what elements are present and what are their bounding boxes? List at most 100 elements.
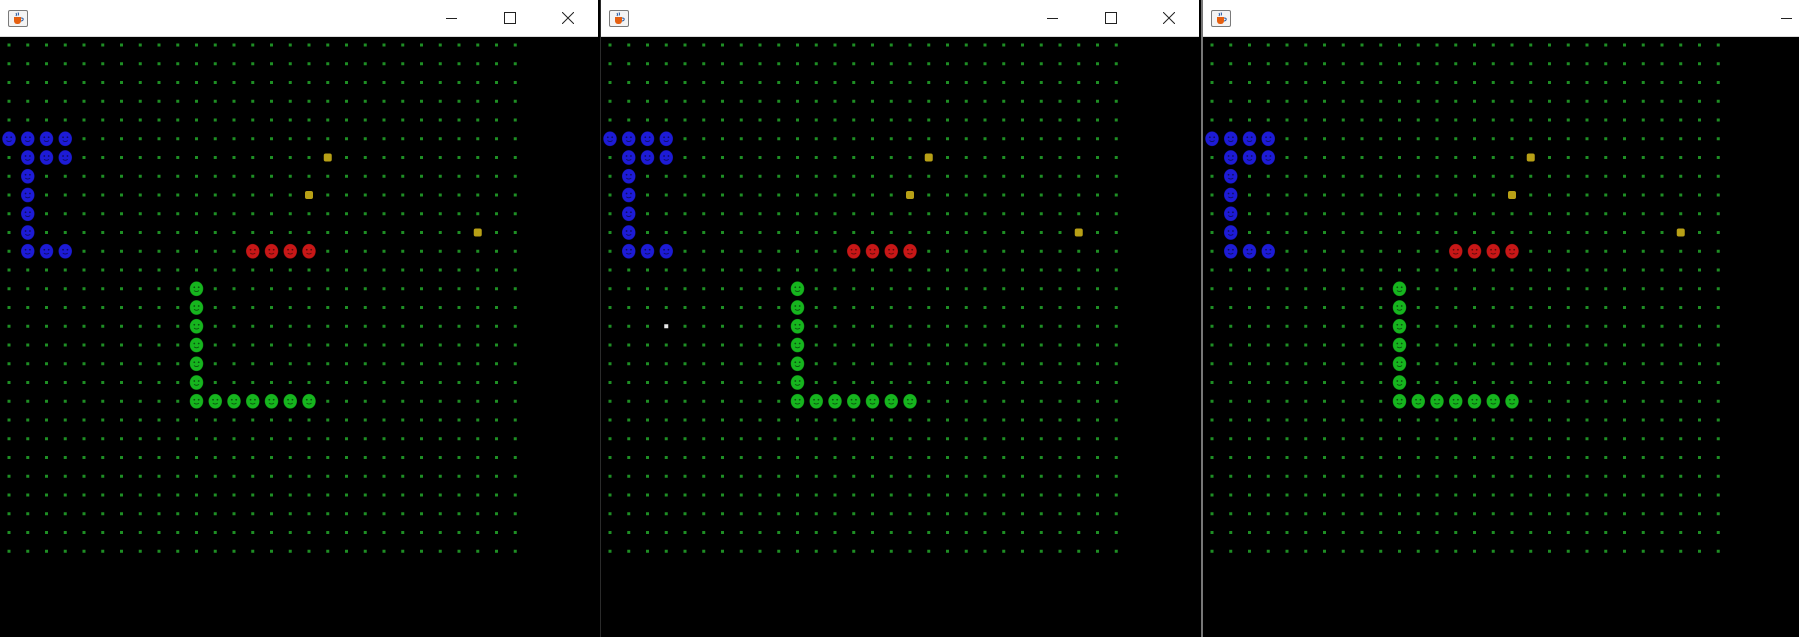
grid-dot	[1077, 474, 1081, 478]
maximize-button[interactable]	[487, 2, 533, 34]
grid-dot	[796, 62, 799, 66]
grid-dot	[777, 381, 781, 384]
grid-dot	[964, 512, 968, 516]
grid-dot	[157, 493, 161, 497]
grid-dot	[438, 381, 442, 384]
game-board[interactable]	[601, 37, 1199, 637]
grid-dot	[101, 287, 105, 291]
maximize-button[interactable]	[1088, 2, 1134, 34]
grid-dot	[1114, 156, 1118, 159]
close-button[interactable]	[545, 2, 591, 34]
grid-dot	[1248, 268, 1251, 272]
grid-dot	[852, 174, 856, 178]
close-button[interactable]	[1146, 2, 1192, 34]
grid-dot	[814, 268, 818, 272]
grid-dot	[1077, 137, 1081, 141]
grid-dot	[7, 287, 11, 291]
grid-dot	[964, 324, 968, 328]
grid-dot	[1114, 212, 1118, 216]
grid-dot	[101, 531, 105, 534]
grid-dot	[363, 268, 367, 272]
grid-dot	[176, 437, 180, 441]
grid-dot	[1435, 118, 1439, 122]
grid-dot	[1435, 324, 1439, 328]
grid-dot	[683, 418, 687, 422]
game-window-3[interactable]	[1201, 0, 1799, 637]
grid-dot	[1360, 324, 1364, 328]
grid-dot	[1248, 43, 1251, 47]
grid-dot	[946, 99, 949, 103]
grid-dot	[420, 268, 423, 272]
grid-dot	[232, 418, 236, 422]
java-cup-icon[interactable]	[609, 10, 629, 27]
minimize-button[interactable]	[1773, 2, 1799, 34]
grid-dot	[702, 531, 706, 534]
game-board-canvas[interactable]	[0, 37, 598, 637]
grid-dot	[1716, 212, 1720, 216]
grid-dot	[1566, 306, 1570, 309]
grid-dot	[195, 493, 198, 497]
grid-dot	[1002, 287, 1006, 291]
grid-dot	[1566, 343, 1570, 347]
grid-dot	[1585, 324, 1589, 328]
game-window-1[interactable]	[0, 0, 598, 637]
title-bar[interactable]	[1203, 0, 1799, 37]
game-board-canvas[interactable]	[1203, 37, 1799, 637]
minimize-button[interactable]	[429, 2, 475, 34]
grid-dot	[1002, 418, 1006, 422]
grid-dot	[1416, 212, 1420, 216]
grid-dot	[1566, 43, 1570, 47]
grid-dot	[420, 381, 423, 384]
grid-dot	[1096, 193, 1099, 197]
grid-dot	[964, 137, 968, 141]
grid-dot	[1304, 474, 1308, 478]
grid-dot	[927, 437, 931, 441]
grid-dot	[1114, 249, 1118, 253]
title-bar[interactable]	[0, 0, 598, 37]
grid-dot	[1641, 512, 1645, 516]
game-board-canvas[interactable]	[601, 37, 1199, 637]
title-bar[interactable]	[601, 0, 1199, 37]
grid-dot	[138, 268, 142, 272]
grid-dot	[1341, 231, 1345, 234]
grid-dot	[1548, 268, 1551, 272]
grid-dot	[495, 324, 498, 328]
grid-dot	[927, 474, 931, 478]
grid-dot	[63, 381, 67, 384]
grid-dot	[627, 362, 631, 366]
grid-dot	[1510, 268, 1514, 272]
grid-dot	[627, 399, 631, 403]
grid-dot	[1454, 362, 1458, 366]
grid-dot	[476, 62, 480, 66]
game-board[interactable]	[0, 37, 598, 637]
java-cup-icon[interactable]	[8, 10, 28, 27]
grid-dot	[1360, 156, 1364, 159]
grid-dot	[1039, 137, 1043, 141]
grid-dot	[401, 118, 405, 122]
grid-dot	[1114, 324, 1118, 328]
grid-dot	[1698, 62, 1701, 66]
game-board[interactable]	[1203, 37, 1799, 637]
grid-dot	[401, 156, 405, 159]
game-window-2[interactable]	[600, 0, 1199, 637]
grid-dot	[833, 249, 837, 253]
grid-dot	[702, 193, 706, 197]
grid-dot	[1698, 437, 1701, 441]
grid-dot	[1641, 268, 1645, 272]
grid-dot	[1323, 287, 1326, 291]
grid-dot	[1623, 306, 1626, 309]
grid-dot	[1058, 193, 1062, 197]
grid-dot	[1021, 212, 1024, 216]
grid-dot	[814, 43, 818, 47]
grid-dot	[608, 268, 612, 272]
grid-dot	[1323, 418, 1326, 422]
grid-dot	[63, 324, 67, 328]
grid-dot	[889, 324, 893, 328]
grid-dot	[476, 343, 480, 347]
grid-dot	[138, 81, 142, 84]
grid-dot	[1114, 362, 1118, 366]
java-cup-icon[interactable]	[1211, 10, 1231, 27]
minimize-button[interactable]	[1030, 2, 1076, 34]
grid-dot	[608, 399, 612, 403]
grid-dot	[1266, 474, 1270, 478]
